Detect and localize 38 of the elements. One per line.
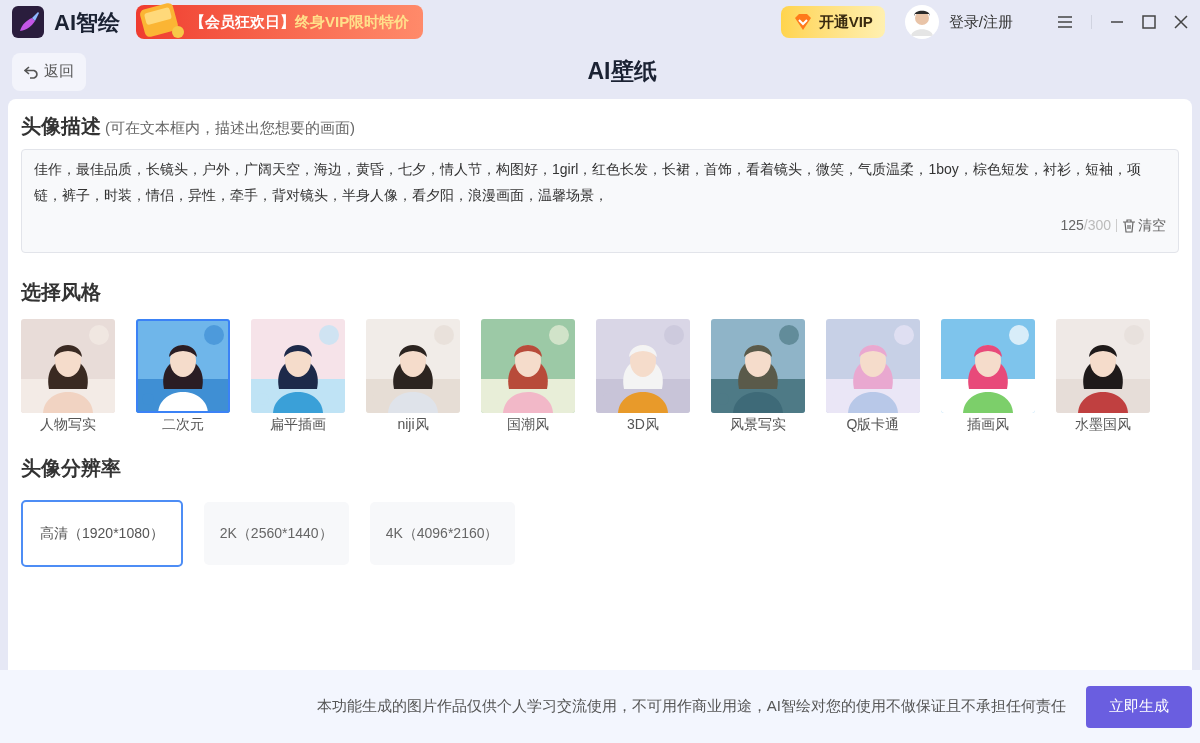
promo-tag: 【会员狂欢日】 (190, 10, 295, 34)
style-option[interactable]: niji风 (366, 319, 460, 435)
style-option[interactable]: 风景写实 (711, 319, 805, 435)
description-text: 佳作，最佳品质，长镜头，户外，广阔天空，海边，黄昏，七夕，情人节，构图好，1girl，红色长发，长裙，首饰，看着镜头，微笑，气质温柔，1boy，棕色短发，衬衫，短袖，项链，裤子，时装，情侣，异性，牵手，背对镜头，半身人像，看夕阳，浪漫画面，温馨场景， (34, 161, 1141, 203)
avatar[interactable] (904, 5, 939, 39)
style-option[interactable]: 国潮风 (481, 319, 575, 435)
clear-button[interactable]: 清空 (1122, 215, 1166, 236)
app-logo-icon (12, 6, 44, 38)
generate-button[interactable]: 立即生成 (1086, 685, 1192, 728)
section-title: 头像分辨率 (21, 456, 122, 481)
section-title: 头像描述 (21, 114, 101, 139)
vip-button[interactable]: 开通VIP (780, 6, 885, 38)
section-hint: (可在文本框内，描述出您想要的画面) (105, 118, 355, 138)
diamond-icon (792, 14, 813, 30)
undo-arrow-icon (24, 64, 40, 79)
section-title: 选择风格 (21, 280, 102, 305)
character-limit: /300 (1083, 216, 1111, 235)
trash-icon (1122, 218, 1136, 233)
back-button[interactable]: 返回 (12, 52, 86, 91)
description-field[interactable]: 佳作，最佳品质，长镜头，户外，广阔天空，海边，黄昏，七夕，情人节，构图好，1girl，红色长发，长裙，首饰，看着镜头，微笑，气质温柔，1boy，棕色短发，衬衫，短袖，项链，裤子，时装，情侣，异性，牵手，背对镜头，半身人像，看夕阳，浪漫画面，温馨场景， 125/300 清空 (21, 149, 1179, 253)
disclaimer-text: 本功能生成的图片作品仅供个人学习交流使用，不可用作商业用途，AI智绘对您的使用不做保证且不承担任何责任 (316, 696, 1066, 717)
page-title: AI壁纸 (587, 57, 657, 87)
style-option[interactable]: 3D风 (596, 319, 690, 435)
resolution-option[interactable]: 2K（2560*1440） (203, 502, 349, 565)
login-link[interactable]: 登录/注册 (948, 10, 1013, 34)
style-option[interactable]: 水墨国风 (1056, 319, 1150, 435)
character-count: 125 (1060, 216, 1084, 235)
style-option[interactable]: 人物写实 (21, 319, 115, 435)
promo-text: 终身VIP限时特价 (295, 11, 410, 32)
style-option[interactable]: Q版卡通 (826, 319, 920, 435)
maximize-icon[interactable] (1142, 15, 1156, 29)
menu-icon[interactable] (1057, 15, 1073, 29)
resolution-option[interactable]: 高清（1920*1080） (21, 500, 183, 567)
style-option[interactable]: 扁平插画 (251, 319, 345, 435)
style-option[interactable]: 插画风 (941, 319, 1035, 435)
resolution-option[interactable]: 4K（4096*2160） (369, 502, 515, 565)
app-name: AI智绘 (54, 8, 120, 37)
close-icon[interactable] (1174, 15, 1188, 29)
